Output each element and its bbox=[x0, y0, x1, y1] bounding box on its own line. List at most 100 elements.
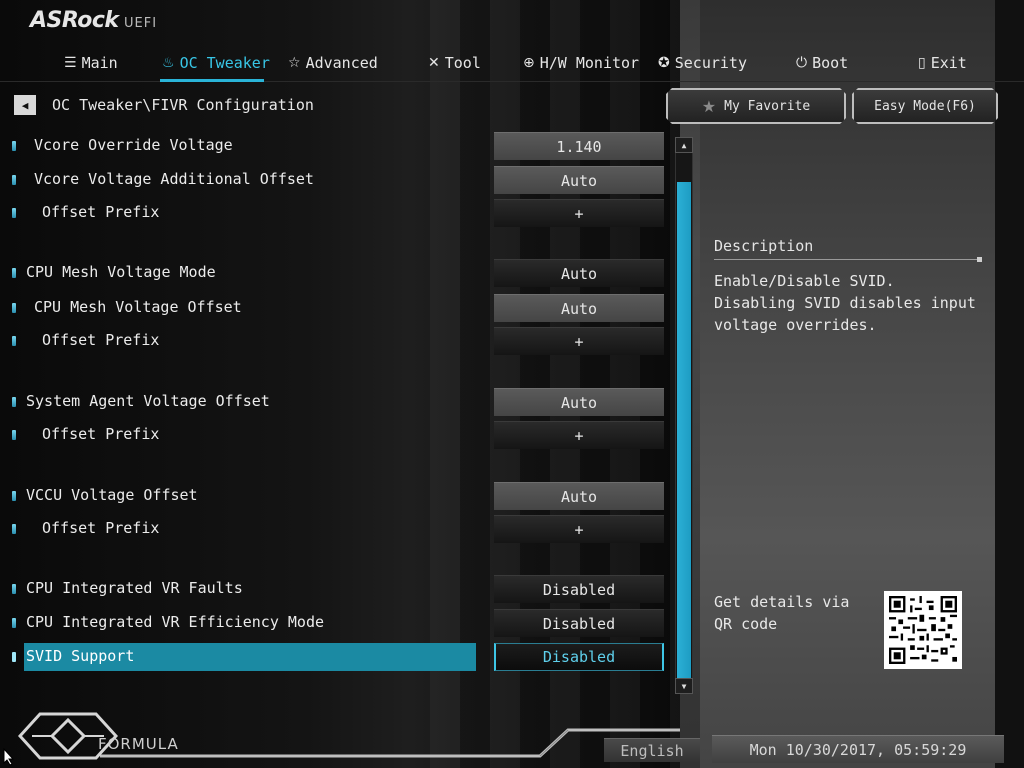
setting-row[interactable]: CPU Integrated VR Efficiency Mode Disabl… bbox=[0, 609, 680, 637]
language-button[interactable]: English bbox=[604, 738, 700, 762]
tools-icon: ✕ bbox=[428, 55, 440, 71]
active-tab-indicator bbox=[160, 79, 264, 82]
setting-label: CPU Mesh Voltage Mode bbox=[26, 263, 216, 281]
brand-logo: ASRock bbox=[30, 8, 119, 33]
monitor-icon: ⊕ bbox=[523, 55, 535, 71]
setting-value[interactable]: Disabled bbox=[494, 643, 664, 671]
star-icon: ★ bbox=[701, 96, 717, 116]
setting-row[interactable]: System Agent Voltage Offset Auto bbox=[0, 388, 680, 416]
tab-label: Advanced bbox=[305, 54, 378, 72]
star-icon: ☆ bbox=[288, 55, 301, 71]
brand-suffix: UEFI bbox=[124, 16, 158, 31]
arrow-down-icon: ▼ bbox=[681, 681, 687, 691]
scroll-down-button[interactable]: ▼ bbox=[675, 678, 693, 694]
tab-hw-monitor[interactable]: ⊕ H/W Monitor bbox=[523, 52, 639, 74]
info-marker-icon bbox=[12, 175, 16, 185]
setting-label: Offset Prefix bbox=[42, 425, 160, 443]
arrow-up-icon: ▲ bbox=[681, 140, 687, 150]
info-marker-icon bbox=[12, 208, 16, 218]
tab-advanced[interactable]: ☆ Advanced bbox=[288, 52, 378, 74]
info-marker-icon bbox=[12, 430, 16, 440]
exit-icon: ▯ bbox=[918, 55, 926, 71]
tab-exit[interactable]: ▯ Exit bbox=[918, 52, 967, 74]
setting-row[interactable]: Offset Prefix + bbox=[0, 421, 680, 449]
easy-mode-button[interactable]: Easy Mode(F6) bbox=[852, 88, 998, 124]
setting-value[interactable]: Disabled bbox=[494, 609, 664, 637]
info-marker-icon bbox=[12, 397, 16, 407]
tab-label: Boot bbox=[812, 54, 849, 72]
tab-main[interactable]: ☰ Main bbox=[64, 52, 118, 74]
setting-value[interactable]: 1.140 bbox=[494, 132, 664, 160]
easy-mode-label: Easy Mode(F6) bbox=[874, 98, 976, 114]
datetime-display: Mon 10/30/2017, 05:59:29 bbox=[712, 735, 1004, 763]
setting-value[interactable]: + bbox=[494, 421, 664, 449]
info-marker-icon bbox=[12, 268, 16, 278]
tab-label: Tool bbox=[444, 54, 481, 72]
setting-row[interactable]: VCCU Voltage Offset Auto bbox=[0, 482, 680, 510]
setting-row-selected[interactable]: SVID Support Disabled bbox=[0, 643, 680, 671]
setting-label: Vcore Voltage Additional Offset bbox=[34, 170, 314, 188]
back-button[interactable]: ◀ bbox=[14, 95, 36, 115]
setting-value[interactable]: Disabled bbox=[494, 575, 664, 603]
back-arrow-icon: ◀ bbox=[21, 98, 29, 112]
description-divider bbox=[714, 259, 980, 260]
right-edge bbox=[995, 0, 1024, 768]
nav-divider bbox=[0, 81, 1024, 82]
description-divider-end bbox=[977, 257, 982, 262]
setting-label: CPU Mesh Voltage Offset bbox=[34, 298, 242, 316]
info-marker-icon bbox=[12, 491, 16, 501]
qr-code-icon bbox=[889, 596, 957, 664]
setting-value[interactable]: + bbox=[494, 327, 664, 355]
tab-tool[interactable]: ✕ Tool bbox=[428, 52, 481, 74]
breadcrumb: OC Tweaker\FIVR Configuration bbox=[52, 96, 314, 114]
info-marker-icon bbox=[12, 584, 16, 594]
flame-icon: ♨ bbox=[162, 55, 175, 71]
setting-row[interactable]: Offset Prefix + bbox=[0, 515, 680, 543]
tab-oc-tweaker[interactable]: ♨ OC Tweaker bbox=[162, 52, 270, 74]
qr-code bbox=[884, 591, 962, 669]
tab-label: Security bbox=[674, 54, 747, 72]
setting-label: Vcore Override Voltage bbox=[34, 136, 233, 154]
setting-label: System Agent Voltage Offset bbox=[26, 392, 270, 410]
setting-value[interactable]: + bbox=[494, 515, 664, 543]
setting-row[interactable]: CPU Integrated VR Faults Disabled bbox=[0, 575, 680, 603]
list-icon: ☰ bbox=[64, 55, 77, 71]
description-text: Enable/Disable SVID. Disabling SVID disa… bbox=[714, 272, 976, 334]
setting-label: SVID Support bbox=[26, 647, 135, 665]
setting-value[interactable]: Auto bbox=[494, 259, 664, 287]
setting-label: Offset Prefix bbox=[42, 331, 160, 349]
mouse-cursor-icon bbox=[3, 748, 15, 766]
tab-boot[interactable]: ⏻ Boot bbox=[796, 52, 848, 74]
setting-row[interactable]: Vcore Voltage Additional Offset Auto bbox=[0, 166, 680, 194]
setting-value[interactable]: + bbox=[494, 199, 664, 227]
tab-label: Main bbox=[81, 54, 118, 72]
setting-label: CPU Integrated VR Efficiency Mode bbox=[26, 613, 325, 631]
scroll-up-button[interactable]: ▲ bbox=[675, 137, 693, 153]
qr-caption: Get details via QR code bbox=[714, 593, 850, 633]
shield-icon: ✪ bbox=[658, 55, 670, 71]
tab-label: OC Tweaker bbox=[179, 54, 270, 72]
info-marker-icon bbox=[12, 303, 16, 313]
tab-label: Exit bbox=[930, 54, 967, 72]
setting-label: Offset Prefix bbox=[42, 203, 160, 221]
setting-row[interactable]: CPU Mesh Voltage Offset Auto bbox=[0, 294, 680, 322]
info-marker-icon bbox=[12, 618, 16, 628]
setting-label: VCCU Voltage Offset bbox=[26, 486, 198, 504]
my-favorite-button[interactable]: ★ My Favorite bbox=[666, 88, 846, 124]
my-favorite-label: My Favorite bbox=[724, 98, 811, 114]
setting-value[interactable]: Auto bbox=[494, 482, 664, 510]
setting-value[interactable]: Auto bbox=[494, 294, 664, 322]
setting-value[interactable]: Auto bbox=[494, 388, 664, 416]
setting-row[interactable]: Vcore Override Voltage 1.140 bbox=[0, 132, 680, 160]
tab-security[interactable]: ✪ Security bbox=[658, 52, 747, 74]
setting-value[interactable]: Auto bbox=[494, 166, 664, 194]
description-title: Description bbox=[714, 237, 814, 255]
setting-label: CPU Integrated VR Faults bbox=[26, 579, 243, 597]
info-marker-icon bbox=[12, 336, 16, 346]
info-marker-icon bbox=[12, 141, 16, 151]
scrollbar-thumb[interactable] bbox=[677, 182, 691, 678]
setting-row[interactable]: CPU Mesh Voltage Mode Auto bbox=[0, 259, 680, 287]
info-marker-icon bbox=[12, 524, 16, 534]
setting-row[interactable]: Offset Prefix + bbox=[0, 327, 680, 355]
setting-row[interactable]: Offset Prefix + bbox=[0, 199, 680, 227]
